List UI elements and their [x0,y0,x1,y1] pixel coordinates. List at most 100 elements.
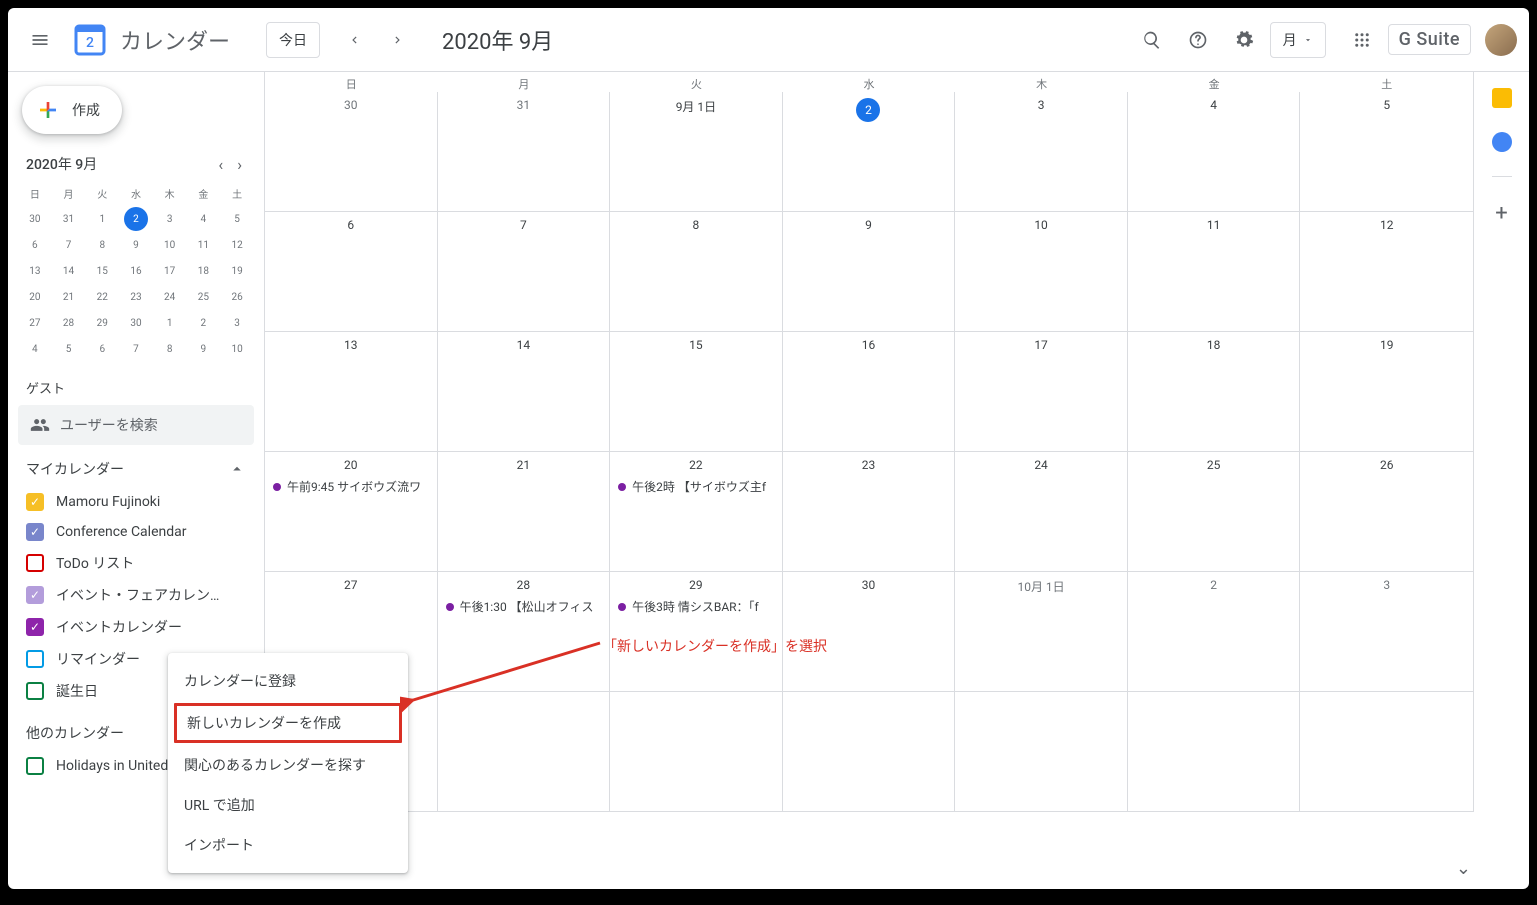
mini-day-cell[interactable]: 14 [52,258,86,284]
guest-search-input[interactable]: ユーザーを検索 [18,405,254,445]
day-cell[interactable]: 22午後2時 【サイボウズ主f [610,452,783,572]
mini-day-cell[interactable]: 3 [153,206,187,232]
mini-calendar[interactable]: 日月火水木金土 30311234567891011121314151617181… [18,180,254,362]
day-cell[interactable]: 16 [783,332,956,452]
mini-day-cell[interactable]: 16 [119,258,153,284]
day-cell[interactable]: 25 [1128,452,1301,572]
addons-add-button[interactable]: + [1495,201,1507,226]
today-button[interactable]: 今日 [266,22,320,58]
day-cell[interactable]: 2 [783,92,956,212]
menu-item[interactable]: カレンダーに登録 [168,661,408,701]
day-cell[interactable]: 26 [1300,452,1473,572]
mini-day-cell[interactable]: 7 [52,232,86,258]
calendar-checkbox[interactable] [26,682,44,700]
day-cell[interactable]: 24 [955,452,1128,572]
mini-day-cell[interactable]: 31 [52,206,86,232]
apps-button[interactable] [1342,20,1382,60]
day-cell[interactable]: 3 [1300,572,1473,692]
day-cell[interactable]: 8 [610,212,783,332]
calendar-checkbox[interactable] [26,523,44,541]
mini-day-cell[interactable]: 11 [187,232,221,258]
mini-day-cell[interactable]: 9 [187,336,221,362]
mini-day-cell[interactable]: 2 [119,206,153,232]
mini-prev-button[interactable]: ‹ [214,151,227,178]
mini-day-cell[interactable]: 24 [153,284,187,310]
mini-day-cell[interactable]: 30 [119,310,153,336]
day-cell[interactable]: 13 [265,332,438,452]
view-switcher[interactable]: 月 [1270,22,1326,58]
day-cell[interactable]: 14 [438,332,611,452]
mini-day-cell[interactable]: 22 [85,284,119,310]
calendar-checkbox[interactable] [26,554,44,572]
calendar-item[interactable]: Mamoru Fujinoki [18,487,254,517]
mini-day-cell[interactable]: 8 [85,232,119,258]
calendar-item[interactable]: Conference Calendar [18,517,254,547]
settings-button[interactable] [1224,20,1264,60]
day-cell[interactable]: 30 [265,92,438,212]
mini-day-cell[interactable]: 12 [220,232,254,258]
mini-day-cell[interactable]: 5 [52,336,86,362]
mini-day-cell[interactable]: 8 [153,336,187,362]
mini-day-cell[interactable]: 1 [85,206,119,232]
calendar-checkbox[interactable] [26,586,44,604]
day-cell[interactable]: 9月 1日 [610,92,783,212]
mini-day-cell[interactable]: 3 [220,310,254,336]
mini-day-cell[interactable]: 5 [220,206,254,232]
mini-day-cell[interactable]: 13 [18,258,52,284]
help-button[interactable] [1178,20,1218,60]
search-button[interactable] [1132,20,1172,60]
calendar-event[interactable]: 午後2時 【サイボウズ主f [614,476,778,497]
mini-day-cell[interactable]: 1 [153,310,187,336]
calendar-event[interactable]: 午後3時 情シスBAR：「f [614,596,778,617]
day-cell[interactable]: 31 [438,92,611,212]
menu-item[interactable]: 新しいカレンダーを作成 [174,703,402,743]
day-cell[interactable]: 2 [1128,572,1301,692]
mini-day-cell[interactable]: 15 [85,258,119,284]
day-cell[interactable]: 3 [955,92,1128,212]
day-cell[interactable]: 18 [1128,332,1301,452]
day-cell[interactable] [610,692,783,812]
tasks-icon[interactable] [1492,132,1512,152]
mini-day-cell[interactable]: 10 [220,336,254,362]
day-cell[interactable]: 11 [1128,212,1301,332]
menu-item[interactable]: 関心のあるカレンダーを探す [168,745,408,785]
keep-icon[interactable] [1492,88,1512,108]
day-cell[interactable]: 20午前9:45 サイボウズ流ワ [265,452,438,572]
mini-day-cell[interactable]: 27 [18,310,52,336]
calendar-item[interactable]: ToDo リスト [18,547,254,579]
calendar-event[interactable]: 午後1:30 【松山オフィス [442,596,606,617]
day-cell[interactable]: 23 [783,452,956,572]
day-cell[interactable]: 5 [1300,92,1473,212]
mini-day-cell[interactable]: 18 [187,258,221,284]
day-cell[interactable]: 19 [1300,332,1473,452]
next-month-button[interactable] [378,20,418,60]
calendar-item[interactable]: イベント・フェアカレン… [18,579,254,611]
mini-day-cell[interactable]: 26 [220,284,254,310]
mini-day-cell[interactable]: 28 [52,310,86,336]
calendar-checkbox[interactable] [26,650,44,668]
mini-next-button[interactable]: › [233,151,246,178]
calendar-item[interactable]: イベントカレンダー [18,611,254,643]
day-cell[interactable] [1300,692,1473,812]
mini-day-cell[interactable]: 2 [187,310,221,336]
mini-day-cell[interactable]: 7 [119,336,153,362]
day-cell[interactable] [783,692,956,812]
day-cell[interactable] [955,692,1128,812]
main-menu-button[interactable] [20,20,60,60]
day-cell[interactable]: 10月 1日 [955,572,1128,692]
mini-day-cell[interactable]: 21 [52,284,86,310]
mini-day-cell[interactable]: 17 [153,258,187,284]
menu-item[interactable]: インポート [168,825,408,865]
account-avatar[interactable] [1485,24,1517,56]
mini-day-cell[interactable]: 6 [85,336,119,362]
prev-month-button[interactable] [334,20,374,60]
mini-day-cell[interactable]: 19 [220,258,254,284]
mini-day-cell[interactable]: 9 [119,232,153,258]
day-cell[interactable]: 9 [783,212,956,332]
day-cell[interactable]: 29午後3時 情シスBAR：「f [610,572,783,692]
day-cell[interactable]: 10 [955,212,1128,332]
day-cell[interactable]: 30 [783,572,956,692]
mini-day-cell[interactable]: 30 [18,206,52,232]
create-event-button[interactable]: 作成 [22,86,122,134]
day-cell[interactable]: 21 [438,452,611,572]
